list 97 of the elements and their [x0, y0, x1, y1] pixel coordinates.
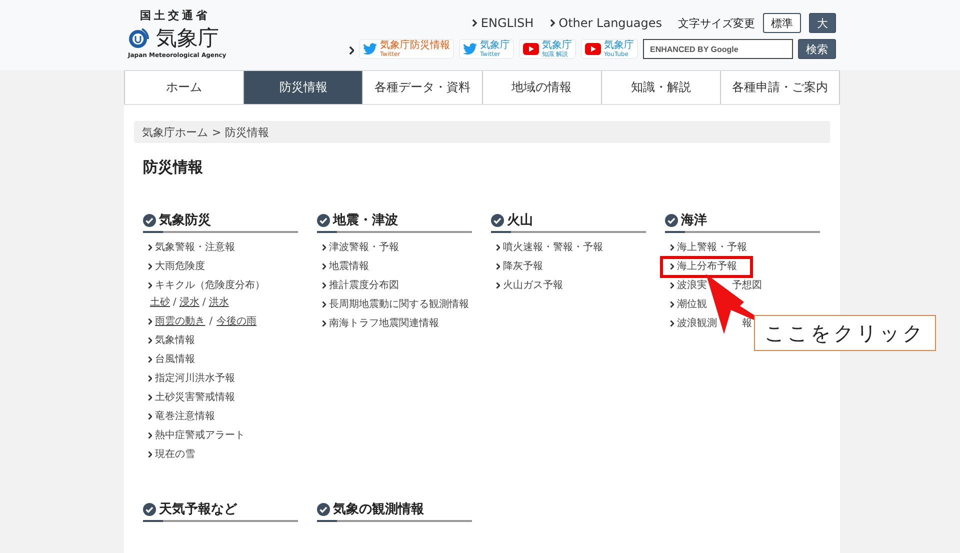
play-icon — [523, 43, 539, 55]
chevron-icon — [472, 19, 477, 27]
agency-emblem-icon — [128, 27, 152, 49]
section-title: 天気予報など — [159, 501, 237, 518]
font-size-button[interactable]: 大 — [809, 13, 836, 33]
chevron-icon — [670, 282, 674, 289]
search-field[interactable]: ENHANCED BY Google — [643, 39, 793, 59]
font-size-label: 文字サイズ変更 — [678, 16, 755, 30]
bird-icon — [463, 43, 477, 55]
check-circle-icon — [317, 502, 330, 516]
chevron-icon — [670, 263, 674, 270]
section-link[interactable]: 竜巻注意情報 — [155, 410, 216, 424]
section-link[interactable]: 長周期地震動に関する観測情報 — [329, 298, 470, 312]
agency-name: 気象庁 — [156, 25, 219, 52]
chevron-icon — [322, 244, 326, 251]
chevron-icon — [348, 46, 354, 55]
font-size-button[interactable]: 標準 — [763, 13, 801, 33]
section-title: 気象防災 — [159, 212, 211, 229]
chevron-icon — [670, 320, 674, 327]
section-link[interactable]: 波浪実 — [677, 279, 708, 293]
section-link[interactable]: 波浪観測 — [677, 317, 718, 331]
chevron-icon — [496, 282, 500, 289]
chevron-icon — [322, 282, 326, 289]
section-link[interactable]: 大雨危険度 — [155, 260, 206, 274]
chevron-icon — [496, 263, 500, 270]
section-link[interactable]: 噴火速報・警報・予報 — [503, 241, 604, 255]
check-circle-icon — [317, 214, 330, 226]
check-circle-icon — [665, 214, 678, 226]
chevron-icon — [322, 301, 326, 308]
chevron-icon — [322, 320, 326, 327]
chevron-icon — [148, 244, 152, 251]
chevron-icon — [148, 263, 152, 270]
section-link[interactable]: キキクル（危険度分布） — [155, 279, 266, 293]
section-link[interactable]: 気象情報 — [155, 334, 196, 348]
section-link[interactable]: 熱中症警戒アラート — [155, 429, 246, 443]
separator-text: / — [209, 315, 213, 329]
section-link[interactable]: 降灰予報 — [503, 260, 544, 274]
section-title: 気象の観測情報 — [333, 501, 424, 518]
separator-text: / — [202, 296, 206, 310]
language-link[interactable]: ENGLISH — [472, 16, 534, 30]
chevron-icon — [670, 244, 674, 251]
ministry-name: 国土交通省 — [140, 8, 210, 23]
chevron-icon — [670, 301, 674, 308]
separator-text: / — [173, 296, 176, 310]
callout-note: ここをクリック — [754, 315, 936, 351]
social-label: 気象庁防災情報 — [380, 40, 450, 50]
section-link[interactable]: 南海トラフ地震関連情報 — [329, 317, 440, 331]
chevron-icon — [148, 451, 152, 458]
chevron-icon — [148, 394, 152, 401]
section-link[interactable]: 現在の雪 — [155, 448, 196, 462]
search-button[interactable]: 検索 — [798, 39, 836, 59]
section-title: 地震・津波 — [333, 212, 398, 229]
language-link[interactable]: Other Languages — [550, 16, 662, 30]
breadcrumb-separator: > — [212, 126, 222, 138]
chevron-icon — [148, 432, 152, 439]
section-link[interactable]: 報 — [742, 317, 752, 331]
section-link[interactable]: 指定河川洪水予報 — [155, 372, 236, 386]
social-label: 気象庁 — [542, 40, 572, 50]
chevron-icon — [148, 282, 152, 289]
chevron-icon — [322, 263, 326, 270]
section-link[interactable]: 地震情報 — [329, 260, 370, 274]
check-circle-icon — [491, 214, 504, 226]
section-link[interactable]: 洪水 — [208, 296, 229, 310]
section-link[interactable]: 土砂 — [150, 296, 170, 310]
chevron-icon — [550, 19, 555, 27]
chevron-icon — [148, 337, 152, 344]
chevron-icon — [148, 356, 152, 363]
section-link[interactable]: 予想図 — [732, 279, 762, 293]
section-link[interactable]: 気象警報・注意報 — [155, 241, 236, 255]
section-link[interactable]: 台風情報 — [155, 353, 196, 367]
section-title: 海洋 — [681, 212, 707, 229]
section-link[interactable]: 潮位観 — [677, 298, 708, 312]
section-link[interactable]: 浸水 — [179, 296, 200, 310]
chevron-icon — [148, 375, 152, 382]
social-label: 気象庁 — [480, 40, 510, 50]
section-link[interactable]: 推計震度分布図 — [329, 279, 400, 293]
section-link[interactable]: 今後の雨 — [216, 315, 257, 329]
chevron-icon — [148, 413, 152, 420]
section-link[interactable]: 火山ガス予報 — [503, 279, 564, 293]
check-circle-icon — [143, 502, 156, 516]
bird-icon — [363, 43, 377, 55]
section-link[interactable]: 土砂災害警戒情報 — [155, 391, 236, 405]
section-title: 火山 — [507, 212, 533, 229]
breadcrumb-link[interactable]: 気象庁ホーム — [142, 124, 208, 140]
chevron-icon — [496, 244, 500, 251]
section-link[interactable]: 海上警報・予報 — [677, 241, 748, 255]
social-label: 気象庁 — [604, 40, 634, 50]
section-link[interactable]: 海上分布予報 — [677, 260, 738, 274]
page-title: 防災情報 — [143, 158, 204, 177]
chevron-icon — [148, 318, 152, 325]
check-circle-icon — [143, 214, 156, 226]
section-link[interactable]: 津波警報・予報 — [329, 241, 400, 255]
section-link[interactable]: 雨雲の動き — [155, 315, 206, 329]
nav-tab[interactable]: 各種申請・ご案内 — [720, 71, 840, 104]
breadcrumb-link[interactable]: 防災情報 — [225, 124, 270, 140]
nav-tab[interactable]: 防災情報 — [243, 71, 362, 104]
play-icon — [585, 43, 601, 55]
